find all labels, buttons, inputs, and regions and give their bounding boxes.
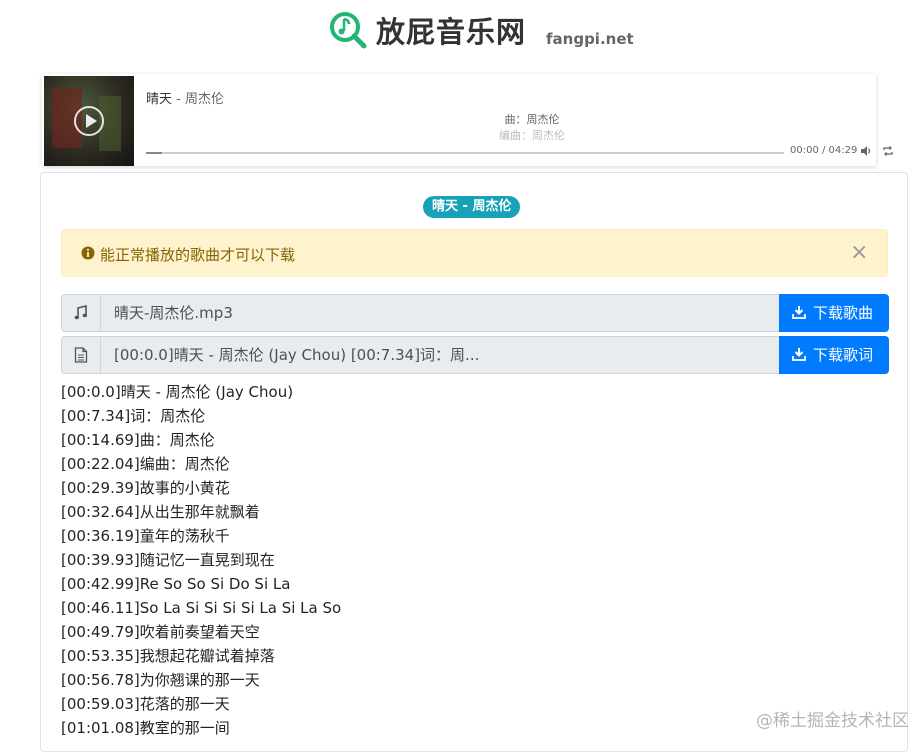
download-icon xyxy=(792,306,806,319)
download-song-button[interactable]: 下载歌曲 xyxy=(779,294,889,332)
lyric-prefix xyxy=(62,337,100,373)
music-search-icon[interactable] xyxy=(328,10,368,50)
site-name[interactable]: 放屁音乐网 xyxy=(376,12,526,52)
volume-icon[interactable] xyxy=(860,145,872,157)
lyric-line: [00:56.78]为你翘课的那一天 xyxy=(61,671,260,689)
info-circle-icon xyxy=(81,246,95,260)
lyric-line: [00:29.39]故事的小黄花 xyxy=(61,479,230,497)
lyric-line: [00:59.03]花落的那一天 xyxy=(61,695,230,713)
document-icon xyxy=(74,347,88,363)
next-lyric: 编曲：周杰伦 xyxy=(499,129,565,142)
current-lyric: 曲：周杰伦 xyxy=(504,113,560,126)
lyric-download-group: [00:0.0]晴天 - 周杰伦 (Jay Chou) [00:7.34]词：周… xyxy=(61,336,889,374)
close-icon[interactable]: × xyxy=(850,242,868,264)
lyric-line: [00:22.04]编曲：周杰伦 xyxy=(61,455,230,473)
download-card: 晴天 - 周杰伦 能正常播放的歌曲才可以下载 × 晴天-周杰伦.mp3 下载歌曲 xyxy=(40,172,908,752)
alert-text: 能正常播放的歌曲才可以下载 xyxy=(100,246,296,264)
lyric-line: [00:7.34]词：周杰伦 xyxy=(61,407,206,425)
audio-player: 晴天 - 周杰伦 曲：周杰伦 编曲：周杰伦 00:00 / 04:29 xyxy=(42,74,893,166)
progress-fill xyxy=(146,152,162,154)
alert-warning: 能正常播放的歌曲才可以下载 × xyxy=(61,229,888,277)
download-lyric-button[interactable]: 下载歌词 xyxy=(779,336,889,374)
download-lyric-label: 下载歌词 xyxy=(813,346,874,364)
lyric-line: [00:0.0]晴天 - 周杰伦 (Jay Chou) xyxy=(61,383,294,401)
music-note-icon xyxy=(74,305,87,320)
site-domain: fangpi.net xyxy=(546,30,634,48)
play-icon[interactable] xyxy=(74,106,104,136)
song-download-group: 晴天-周杰伦.mp3 下载歌曲 xyxy=(61,294,889,332)
song-file-field[interactable]: 晴天-周杰伦.mp3 xyxy=(100,295,780,331)
lyric-line: [00:14.69]曲：周杰伦 xyxy=(61,431,215,449)
song-badge: 晴天 - 周杰伦 xyxy=(423,196,521,218)
time-display: 00:00 / 04:29 xyxy=(790,145,858,156)
download-icon xyxy=(792,348,806,361)
album-cover[interactable] xyxy=(44,76,134,166)
lyric-line: [00:42.99]Re So So Si Do Si La xyxy=(61,575,291,593)
lyric-line: [00:53.35]我想起花瓣试着掉落 xyxy=(61,647,275,665)
loop-icon[interactable] xyxy=(882,145,894,157)
lyric-line: [00:32.64]从出生那年就飘着 xyxy=(61,503,260,521)
track-artist: 周杰伦 xyxy=(184,92,224,107)
progress-bar[interactable] xyxy=(146,152,784,154)
lyric-line: [00:49.79]吹着前奏望着天空 xyxy=(61,623,260,641)
lyric-line: [00:39.93]随记忆一直晃到现在 xyxy=(61,551,275,569)
lyric-line: [00:46.11]So La Si Si Si Si La Si La So xyxy=(61,599,342,617)
site-header: 放屁音乐网 fangpi.net xyxy=(0,0,917,70)
lyrics-list: [00:0.0]晴天 - 周杰伦 (Jay Chou) [00:7.34]词：周… xyxy=(61,380,661,740)
watermark: @稀土掘金技术社区 xyxy=(756,711,909,731)
track-title: 晴天 - 周杰伦 xyxy=(146,92,224,107)
lyric-file-field[interactable]: [00:0.0]晴天 - 周杰伦 (Jay Chou) [00:7.34]词：周… xyxy=(100,337,780,373)
lyric-line: [01:01.08]教室的那一间 xyxy=(61,719,230,737)
download-song-label: 下载歌曲 xyxy=(813,304,874,322)
lyric-line: [00:36.19]童年的荡秋千 xyxy=(61,527,230,545)
song-prefix xyxy=(62,295,100,331)
